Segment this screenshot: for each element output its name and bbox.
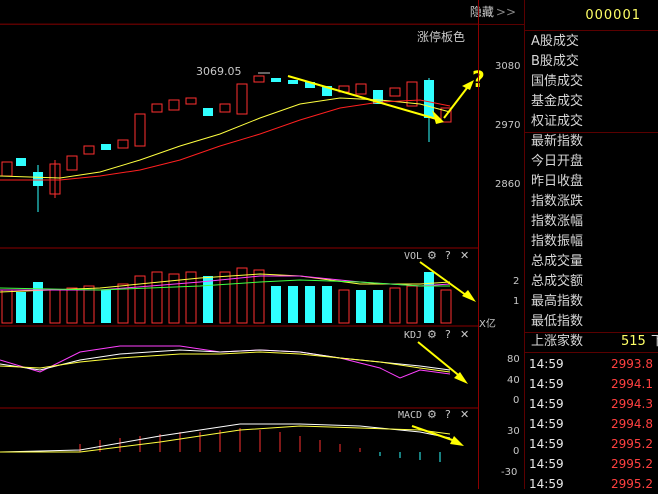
tick-row: 14:59 2994.3 xyxy=(529,397,653,411)
vol-tick-1: 1 xyxy=(513,296,520,307)
info-row: 总成交量 xyxy=(531,254,584,269)
close-icon[interactable]: ✕ xyxy=(460,328,469,341)
info-row: B股成交 xyxy=(531,54,579,69)
info-row: 指数振幅 xyxy=(531,234,584,249)
info-row: 最高指数 xyxy=(531,294,584,309)
quote-panel: 000001 A股成交 B股成交 国债成交 基金成交 权证成交 最新指数 今日开… xyxy=(524,0,658,491)
help-icon[interactable]: ? xyxy=(445,408,451,421)
tick-row: 14:59 2993.8 xyxy=(529,357,653,371)
gear-icon[interactable]: ⚙ xyxy=(427,328,437,341)
stock-code-bar: 000001 xyxy=(525,0,658,31)
close-icon[interactable]: ✕ xyxy=(460,408,469,421)
info-row: 最低指数 xyxy=(531,314,584,329)
up-count-value: 515 xyxy=(621,334,646,349)
info-row: 基金成交 xyxy=(531,94,584,109)
info-row: 权证成交 xyxy=(531,114,584,129)
high-annotation: 3069.05 xyxy=(196,65,242,78)
kdj-tick-0: 0 xyxy=(513,395,520,406)
tick-row: 14:59 2994.8 xyxy=(529,417,653,431)
gear-icon[interactable]: ⚙ xyxy=(427,249,437,262)
kdj-label: KDJ xyxy=(404,330,423,341)
tick-row: 14:59 2995.2 xyxy=(529,457,653,471)
price-axis: 3080 2970 2860 2 1 X亿 80 40 0 30 0 -30 xyxy=(478,0,525,489)
vol-label: VOL xyxy=(404,251,423,262)
info-row: 指数涨跌 xyxy=(531,194,584,209)
info-row: 最新指数 xyxy=(531,134,584,149)
macd-tick-30: 30 xyxy=(507,426,520,437)
price-tick-high: 3080 xyxy=(495,61,521,72)
info-row: 国债成交 xyxy=(531,74,584,89)
close-icon[interactable]: ✕ xyxy=(460,249,469,262)
help-icon[interactable]: ? xyxy=(445,328,451,341)
kdj-tick-80: 80 xyxy=(507,354,520,365)
macd-tick-0: 0 xyxy=(513,446,520,457)
price-tick-low: 2860 xyxy=(495,179,521,190)
info-row: 总成交额 xyxy=(531,274,584,289)
help-icon[interactable]: ? xyxy=(445,249,451,262)
tick-row: 14:59 2995.2 xyxy=(529,477,653,491)
info-row: 昨日收盘 xyxy=(531,174,584,189)
gear-icon[interactable]: ⚙ xyxy=(427,408,437,421)
up-count-suffix: 下 xyxy=(651,334,658,349)
info-row: A股成交 xyxy=(531,34,579,49)
macd-tick-neg30: -30 xyxy=(501,467,518,478)
info-row: 指数涨幅 xyxy=(531,214,584,229)
macd-label: MACD xyxy=(398,410,423,421)
kdj-tick-40: 40 xyxy=(507,375,520,386)
tick-row: 14:59 2994.1 xyxy=(529,377,653,391)
up-count-label: 上涨家数 xyxy=(531,334,584,349)
vol-unit: X亿 xyxy=(479,319,496,330)
tick-row: 14:59 2995.2 xyxy=(529,437,653,451)
vol-tick-2: 2 xyxy=(513,276,520,287)
info-row: 今日开盘 xyxy=(531,154,584,169)
price-tick-mid: 2970 xyxy=(495,120,521,131)
stock-code[interactable]: 000001 xyxy=(585,8,641,23)
